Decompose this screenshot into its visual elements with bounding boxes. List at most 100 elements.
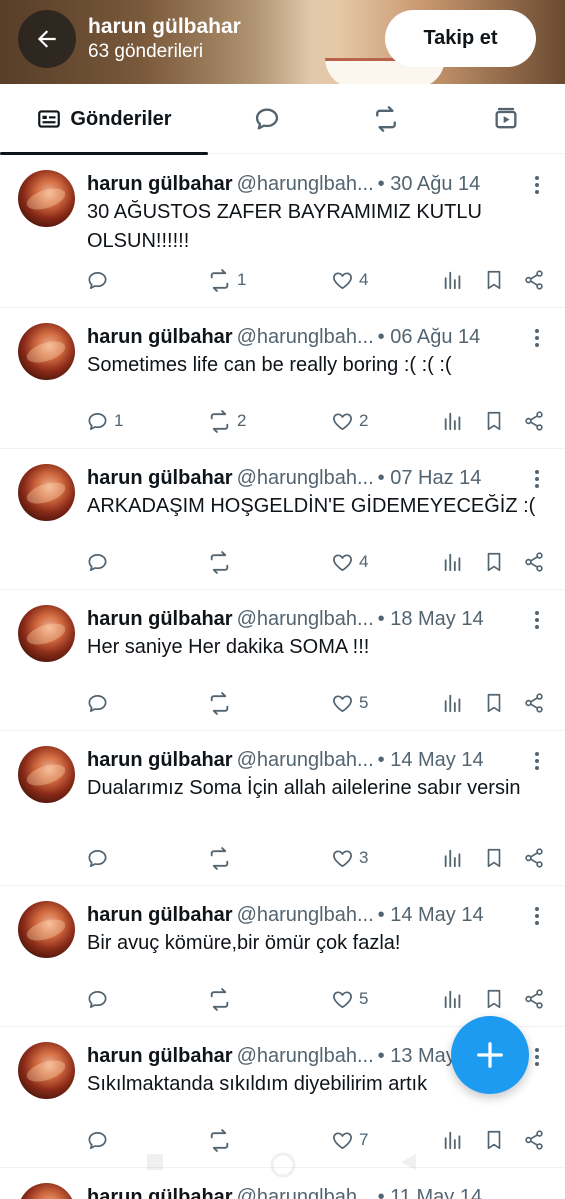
repost-button[interactable]: 2	[207, 406, 246, 436]
avatar[interactable]	[18, 323, 75, 380]
views-button[interactable]	[442, 1125, 464, 1155]
tweet-date[interactable]: • 30 Ağu 14	[378, 173, 481, 195]
tweet-actions: 1 4	[0, 265, 565, 295]
tab-replies[interactable]	[208, 84, 326, 154]
views-button[interactable]	[442, 688, 464, 718]
tweet[interactable]: harun gülbahar @harunglbah... • 14 May 14 …	[0, 731, 565, 886]
avatar[interactable]	[18, 605, 75, 662]
tweet-date[interactable]: • 06 Ağu 14	[378, 326, 481, 348]
tweet[interactable]: harun gülbahar @harunglbah... • 18 May 14 …	[0, 590, 565, 731]
tweet[interactable]: harun gülbahar @harunglbah... • 14 May 14 …	[0, 886, 565, 1027]
share-button[interactable]	[523, 265, 545, 295]
bookmark-button[interactable]	[483, 843, 505, 873]
author-name[interactable]: harun gülbahar	[87, 467, 233, 489]
share-button[interactable]	[523, 547, 545, 577]
views-button[interactable]	[442, 843, 464, 873]
author-handle[interactable]: @harunglbah...	[237, 1045, 374, 1067]
share-button[interactable]	[523, 843, 545, 873]
like-button[interactable]: 3	[331, 843, 368, 873]
more-options-icon[interactable]	[527, 327, 547, 349]
avatar[interactable]	[18, 901, 75, 958]
reply-button[interactable]	[86, 1125, 114, 1155]
repost-button[interactable]	[207, 1125, 237, 1155]
like-button[interactable]: 7	[331, 1125, 368, 1155]
reply-button[interactable]	[86, 688, 114, 718]
share-button[interactable]	[523, 688, 545, 718]
tweet-date[interactable]: • 07 Haz 14	[378, 467, 482, 489]
author-name[interactable]: harun gülbahar	[87, 749, 233, 771]
author-handle[interactable]: @harunglbah...	[237, 904, 374, 926]
repost-button[interactable]	[207, 843, 237, 873]
tab-posts[interactable]: Gönderiler	[0, 84, 208, 155]
avatar[interactable]	[18, 170, 75, 227]
author-handle[interactable]: @harunglbah...	[237, 1186, 374, 1199]
back-button[interactable]	[18, 10, 76, 68]
views-button[interactable]	[442, 547, 464, 577]
repost-button[interactable]	[207, 688, 237, 718]
author-name[interactable]: harun gülbahar	[87, 1186, 233, 1199]
tweet[interactable]: harun gülbahar @harunglbah... • 30 Ağu 14 …	[0, 155, 565, 308]
reply-button[interactable]	[86, 843, 114, 873]
tweet-date[interactable]: • 14 May 14	[378, 904, 484, 926]
tab-media[interactable]	[446, 84, 565, 154]
bookmark-button[interactable]	[483, 984, 505, 1014]
bookmark-button[interactable]	[483, 688, 505, 718]
follow-button[interactable]: Takip et	[385, 10, 536, 67]
author-name[interactable]: harun gülbahar	[87, 608, 233, 630]
bookmark-button[interactable]	[483, 1125, 505, 1155]
repost-button[interactable]	[207, 984, 237, 1014]
reply-button[interactable]	[86, 265, 114, 295]
views-button[interactable]	[442, 984, 464, 1014]
bookmark-button[interactable]	[483, 406, 505, 436]
like-count: 7	[359, 1130, 369, 1149]
tweet[interactable]: harun gülbahar @harunglbah... • 07 Haz 14 …	[0, 449, 565, 590]
like-button[interactable]: 5	[331, 984, 368, 1014]
tab-reposts[interactable]	[326, 84, 446, 154]
compose-button[interactable]	[451, 1016, 529, 1094]
like-button[interactable]: 2	[331, 406, 368, 436]
tweet[interactable]: harun gülbahar @harunglbah... • 06 Ağu 14 …	[0, 308, 565, 449]
avatar[interactable]	[18, 1183, 75, 1199]
share-button[interactable]	[523, 406, 545, 436]
author-handle[interactable]: @harunglbah...	[237, 749, 374, 771]
reply-button[interactable]	[86, 547, 114, 577]
tweet-actions: 5	[0, 984, 565, 1014]
more-options-icon[interactable]	[527, 609, 547, 631]
more-options-icon[interactable]	[527, 750, 547, 772]
reply-button[interactable]	[86, 984, 114, 1014]
avatar[interactable]	[18, 746, 75, 803]
more-options-icon[interactable]	[527, 1046, 547, 1068]
repost-button[interactable]: 1	[207, 265, 246, 295]
repost-button[interactable]	[207, 547, 237, 577]
reply-button[interactable]: 1	[86, 406, 123, 436]
author-name[interactable]: harun gülbahar	[87, 173, 233, 195]
author-name[interactable]: harun gülbahar	[87, 326, 233, 348]
share-button[interactable]	[523, 1125, 545, 1155]
share-icon	[525, 552, 543, 572]
bookmark-icon	[487, 411, 501, 431]
more-options-icon[interactable]	[527, 905, 547, 927]
author-handle[interactable]: @harunglbah...	[237, 173, 374, 195]
like-button[interactable]: 4	[331, 265, 368, 295]
tweet-date[interactable]: • 11 May 14	[378, 1186, 482, 1199]
like-count: 4	[359, 552, 369, 571]
avatar[interactable]	[18, 464, 75, 521]
author-handle[interactable]: @harunglbah...	[237, 326, 374, 348]
bookmark-button[interactable]	[483, 265, 505, 295]
more-options-icon[interactable]	[527, 468, 547, 490]
views-button[interactable]	[442, 406, 464, 436]
tweet-meta: harun gülbahar @harunglbah... • 11 May 14	[87, 1183, 527, 1199]
share-button[interactable]	[523, 984, 545, 1014]
bookmark-button[interactable]	[483, 547, 505, 577]
like-button[interactable]: 4	[331, 547, 368, 577]
more-options-icon[interactable]	[527, 174, 547, 196]
author-name[interactable]: harun gülbahar	[87, 904, 233, 926]
tweet-date[interactable]: • 18 May 14	[378, 608, 484, 630]
like-button[interactable]: 5	[331, 688, 368, 718]
avatar[interactable]	[18, 1042, 75, 1099]
author-name[interactable]: harun gülbahar	[87, 1045, 233, 1067]
author-handle[interactable]: @harunglbah...	[237, 608, 374, 630]
views-button[interactable]	[442, 265, 464, 295]
author-handle[interactable]: @harunglbah...	[237, 467, 374, 489]
tweet-date[interactable]: • 14 May 14	[378, 749, 484, 771]
